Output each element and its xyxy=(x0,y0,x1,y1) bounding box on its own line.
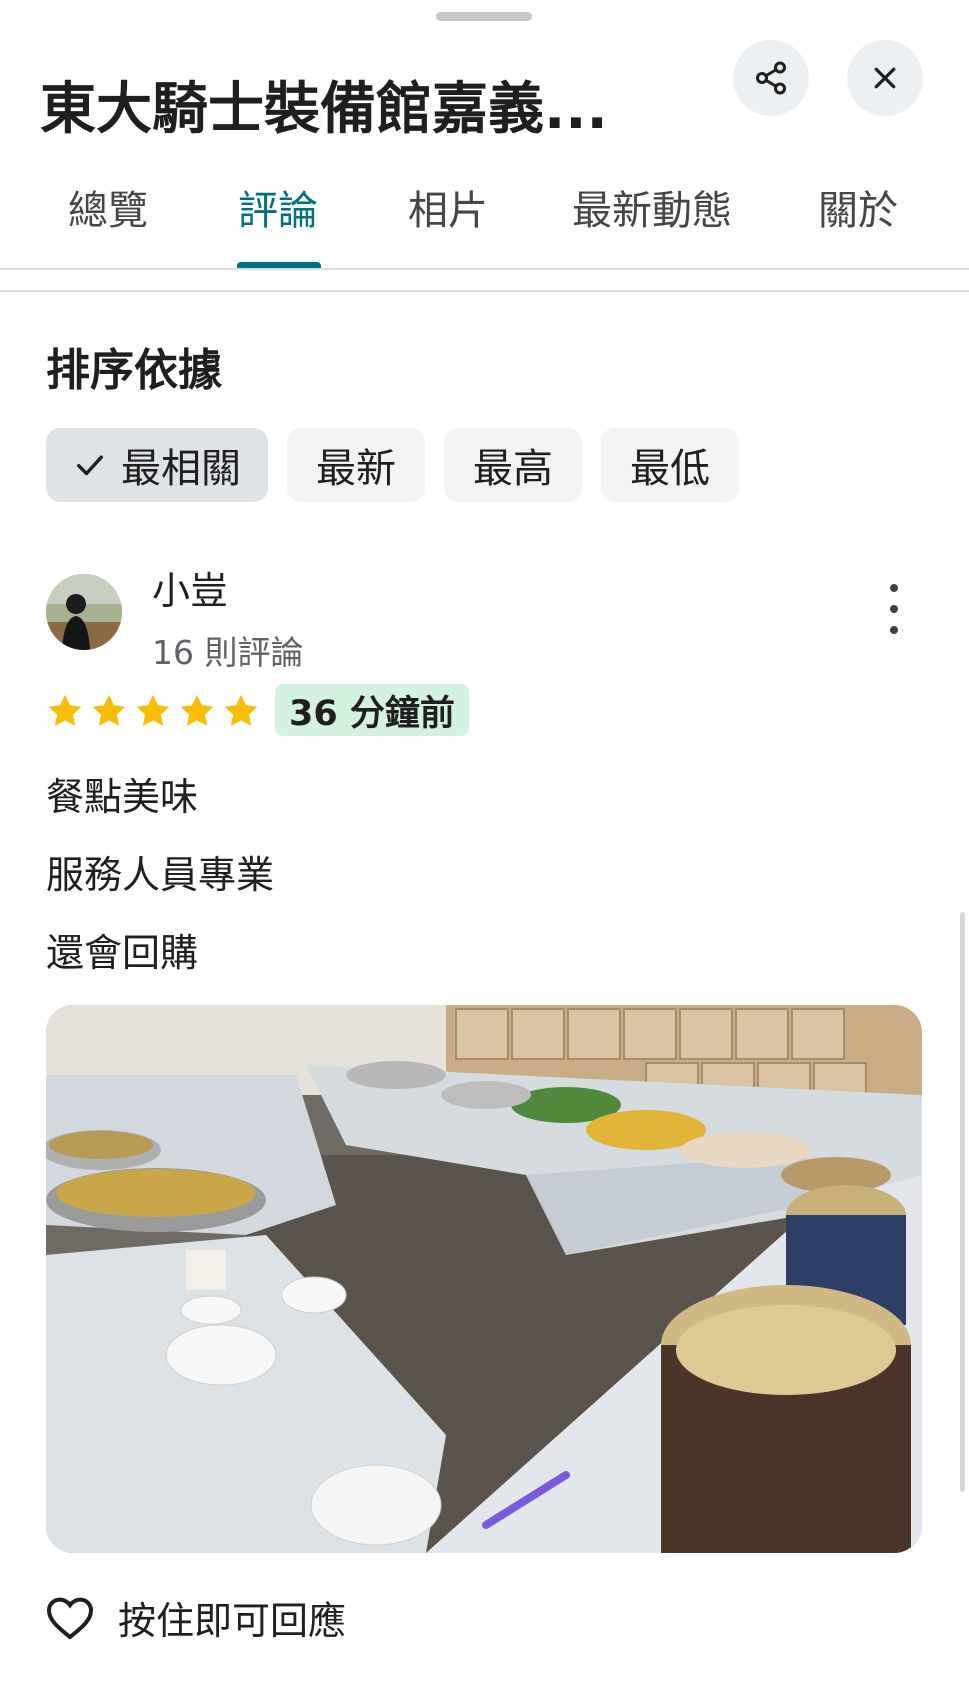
sort-chip-newest[interactable]: 最新 xyxy=(287,428,425,502)
heart-icon xyxy=(46,1597,94,1640)
tab-bar: 總覽 評論 相片 最新動態 關於 xyxy=(0,170,969,270)
tab-updates[interactable]: 最新動態 xyxy=(572,178,732,236)
reviewer-avatar[interactable] xyxy=(46,574,122,650)
tab-overview[interactable]: 總覽 xyxy=(68,178,148,236)
sort-chip-label: 最新 xyxy=(316,446,396,492)
reviewer-review-count: 16 則評論 xyxy=(152,633,304,672)
place-title: 東大騎士裝備館嘉義... xyxy=(40,77,608,142)
star-rating xyxy=(46,692,260,730)
review-text-line: 還會回購 xyxy=(46,931,199,975)
react-label: 按住即可回應 xyxy=(118,1599,347,1643)
drag-handle[interactable] xyxy=(436,12,532,21)
review-photo[interactable] xyxy=(46,1005,922,1553)
review-text-line: 服務人員專業 xyxy=(46,853,275,897)
scrollbar[interactable] xyxy=(960,912,965,1492)
close-button[interactable] xyxy=(847,40,923,116)
sort-chip-lowest[interactable]: 最低 xyxy=(601,428,739,502)
star-icon xyxy=(92,694,126,726)
tab-divider xyxy=(0,268,969,270)
more-options-icon[interactable] xyxy=(872,584,916,634)
sort-chip-label: 最相關 xyxy=(121,446,241,492)
star-icon xyxy=(136,694,170,726)
section-divider xyxy=(0,290,969,292)
sort-chip-label: 最低 xyxy=(630,446,710,492)
reviewer-name[interactable]: 小豈 xyxy=(152,560,228,615)
star-icon xyxy=(48,694,82,726)
sort-chip-label: 最高 xyxy=(473,446,553,492)
sort-heading: 排序依據 xyxy=(46,345,222,396)
time-ago-badge: 36 分鐘前 xyxy=(275,684,469,736)
place-sheet: 東大騎士裝備館嘉義... 總覽 評論 相片 最新動態 關於 排序依據 最相關 最… xyxy=(0,0,969,1690)
star-icon xyxy=(224,694,258,726)
sort-chip-highest[interactable]: 最高 xyxy=(444,428,582,502)
sort-chip-relevant[interactable]: 最相關 xyxy=(46,428,268,502)
react-button[interactable]: 按住即可回應 xyxy=(46,1590,346,1645)
review-text-line: 餐點美味 xyxy=(46,775,199,819)
star-icon xyxy=(180,694,214,726)
share-button[interactable] xyxy=(733,40,809,116)
check-icon xyxy=(73,448,107,482)
tab-photos[interactable]: 相片 xyxy=(408,178,488,236)
tab-reviews[interactable]: 評論 xyxy=(238,178,318,236)
share-icon xyxy=(756,61,786,95)
close-icon xyxy=(874,67,896,89)
tab-about[interactable]: 關於 xyxy=(818,178,898,236)
